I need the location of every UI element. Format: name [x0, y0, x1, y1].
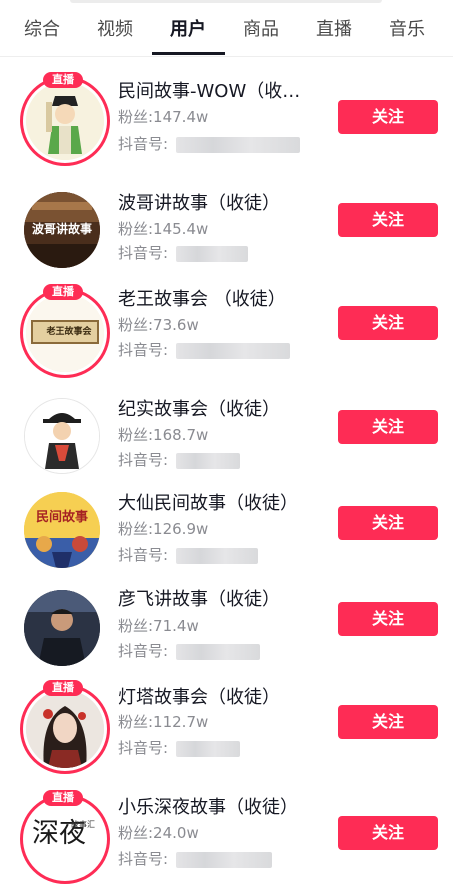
avatar[interactable]: 深夜 故事汇 直播 [20, 790, 110, 884]
user-name[interactable]: 波哥讲故事（收徒） [118, 192, 280, 216]
avatar-image [24, 492, 100, 568]
avatar-image [25, 399, 99, 473]
user-row[interactable]: 深夜 故事汇 直播 小乐深夜故事（收徒） 粉丝:24.0w 抖音号: 关注 [0, 786, 453, 884]
avatar-image [26, 82, 104, 160]
redacted-id [176, 644, 260, 660]
douyin-id-label: 抖音号: [118, 850, 169, 868]
douyin-id-label: 抖音号: [118, 451, 169, 469]
avatar[interactable]: 民间故事 [24, 492, 100, 568]
user-row[interactable]: 波哥讲故事 波哥讲故事（收徒） 粉丝:145.4w 抖音号: 关注 [0, 182, 453, 278]
avatar-text: 民间故事 [35, 510, 88, 525]
tab-live[interactable]: 直播 [316, 18, 352, 42]
douyin-id-label: 抖音号: [118, 341, 169, 359]
douyin-id-label: 抖音号: [118, 135, 169, 153]
redacted-id [176, 852, 272, 868]
live-badge: 直播 [43, 72, 83, 88]
user-name[interactable]: 大仙民间故事（收徒） [118, 492, 298, 516]
fans-count: 粉丝:24.0w [118, 824, 199, 842]
avatar-text: 波哥讲故事 [31, 222, 92, 236]
avatar[interactable] [24, 398, 100, 474]
redacted-id [176, 453, 240, 469]
fans-count: 粉丝:168.7w [118, 426, 209, 444]
douyin-id-label: 抖音号: [118, 739, 169, 757]
tab-music[interactable]: 音乐 [389, 18, 425, 42]
live-badge: 直播 [43, 790, 83, 806]
follow-button[interactable]: 关注 [338, 410, 438, 444]
user-row[interactable]: 直播 民间故事-WOW（收… 粉丝:147.4w 抖音号: 关注 [0, 70, 453, 170]
user-name[interactable]: 灯塔故事会（收徒） [118, 686, 280, 710]
redacted-id [176, 548, 258, 564]
avatar-image [24, 590, 100, 666]
follow-button[interactable]: 关注 [338, 705, 438, 739]
active-tab-indicator [152, 52, 225, 55]
douyin-id-label: 抖音号: [118, 244, 169, 262]
user-row[interactable]: 彦飞讲故事（收徒） 粉丝:71.4w 抖音号: 关注 [0, 578, 453, 674]
fans-count: 粉丝:71.4w [118, 617, 199, 635]
avatar[interactable] [24, 590, 100, 666]
user-row[interactable]: 民间故事 大仙民间故事（收徒） 粉丝:126.9w 抖音号: 关注 [0, 482, 453, 578]
douyin-id-label: 抖音号: [118, 546, 169, 564]
follow-button[interactable]: 关注 [338, 203, 438, 237]
tab-comprehensive[interactable]: 综合 [24, 18, 60, 42]
douyin-id-label: 抖音号: [118, 642, 169, 660]
fans-count: 粉丝:147.4w [118, 108, 209, 126]
avatar[interactable]: 老王故事会 直播 [20, 284, 110, 378]
user-name[interactable]: 民间故事-WOW（收… [118, 80, 300, 104]
user-name[interactable]: 纪实故事会（收徒） [118, 398, 280, 422]
live-badge: 直播 [43, 284, 83, 300]
user-name[interactable]: 小乐深夜故事（收徒） [118, 796, 298, 820]
follow-button[interactable]: 关注 [338, 100, 438, 134]
fans-count: 粉丝:126.9w [118, 520, 209, 538]
user-row[interactable]: 直播 灯塔故事会（收徒） 粉丝:112.7w 抖音号: 关注 [0, 676, 453, 780]
avatar-subtext: 故事汇 [71, 820, 95, 829]
redacted-id [176, 343, 290, 359]
redacted-id [176, 741, 240, 757]
user-name[interactable]: 老王故事会 （收徒） [118, 288, 286, 312]
tab-videos[interactable]: 视频 [97, 18, 133, 42]
follow-button[interactable]: 关注 [338, 506, 438, 540]
follow-button[interactable]: 关注 [338, 306, 438, 340]
user-row[interactable]: 老王故事会 直播 老王故事会 （收徒） 粉丝:73.6w 抖音号: 关注 [0, 278, 453, 382]
avatar[interactable]: 波哥讲故事 [24, 192, 100, 268]
fans-count: 粉丝:145.4w [118, 220, 209, 238]
user-row[interactable]: 纪实故事会（收徒） 粉丝:168.7w 抖音号: 关注 [0, 386, 453, 482]
tab-products[interactable]: 商品 [243, 18, 279, 42]
avatar[interactable]: 直播 [20, 680, 110, 774]
avatar-text: 老王故事会 [46, 327, 92, 337]
follow-button[interactable]: 关注 [338, 816, 438, 850]
live-badge: 直播 [43, 680, 83, 696]
fans-count: 粉丝:112.7w [118, 713, 209, 731]
avatar[interactable]: 直播 [20, 72, 110, 166]
follow-button[interactable]: 关注 [338, 602, 438, 636]
user-name[interactable]: 彦飞讲故事（收徒） [118, 588, 280, 612]
search-tab-bar: 综合 视频 用户 商品 直播 音乐 [0, 0, 453, 57]
redacted-id [176, 246, 248, 262]
redacted-id [176, 137, 300, 153]
avatar-image [26, 690, 104, 768]
fans-count: 粉丝:73.6w [118, 316, 199, 334]
tab-users[interactable]: 用户 [170, 18, 206, 42]
